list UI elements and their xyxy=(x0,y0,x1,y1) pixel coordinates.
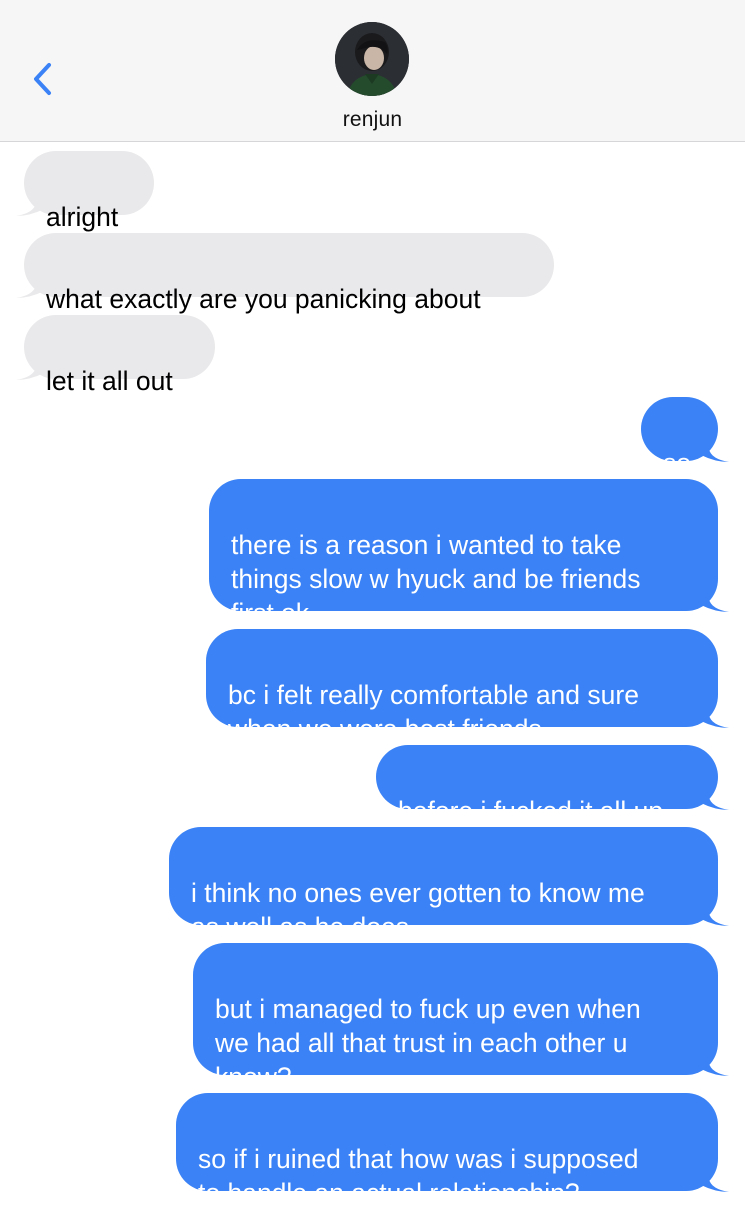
outgoing-message-bubble[interactable]: but i managed to fuck up even when we ha… xyxy=(193,943,718,1092)
bubble-tail xyxy=(16,193,44,216)
bubble-tail xyxy=(701,705,729,728)
message-text: but i managed to fuck up even when we ha… xyxy=(215,994,641,1092)
chevron-left-icon xyxy=(34,63,51,95)
message-thread: alright what exactly are you panicking a… xyxy=(0,142,745,1208)
outgoing-message-bubble[interactable]: i think no ones ever gotten to know me a… xyxy=(169,827,718,942)
outgoing-message-bubble[interactable]: before i fucked it all up xyxy=(376,745,718,826)
conversation-header: renjun xyxy=(0,0,745,142)
message-text: so if i ruined that how was i supposed t… xyxy=(198,1144,639,1208)
incoming-message-bubble[interactable]: what exactly are you panicking about xyxy=(24,233,554,314)
outgoing-message-bubble[interactable]: there is a reason i wanted to take thing… xyxy=(209,479,718,628)
message-text: bc i felt really comfortable and sure wh… xyxy=(228,680,639,744)
message-text: there is a reason i wanted to take thing… xyxy=(231,530,641,628)
bubble-tail xyxy=(701,1053,729,1076)
bubble-tail xyxy=(701,589,729,612)
bubble-tail xyxy=(701,903,729,926)
message-text: what exactly are you panicking about xyxy=(46,284,481,314)
bubble-tail xyxy=(16,275,44,298)
outgoing-message-bubble[interactable]: bc i felt really comfortable and sure wh… xyxy=(206,629,718,744)
outgoing-message-bubble[interactable]: so if i ruined that how was i supposed t… xyxy=(176,1093,718,1208)
contact-name[interactable]: renjun xyxy=(0,108,745,132)
message-text: let it all out xyxy=(46,366,173,396)
bubble-tail xyxy=(16,357,44,380)
message-text: alright xyxy=(46,202,119,232)
message-text: before i fucked it all up xyxy=(398,796,664,826)
back-button[interactable] xyxy=(22,52,62,104)
bubble-tail xyxy=(701,439,729,462)
message-text: i think no ones ever gotten to know me a… xyxy=(191,878,645,942)
contact-avatar[interactable] xyxy=(335,22,409,96)
bubble-tail xyxy=(701,787,729,810)
incoming-message-bubble[interactable]: let it all out xyxy=(24,315,215,396)
bubble-tail xyxy=(701,1169,729,1192)
message-text: so xyxy=(663,448,691,478)
avatar-photo xyxy=(335,22,409,96)
